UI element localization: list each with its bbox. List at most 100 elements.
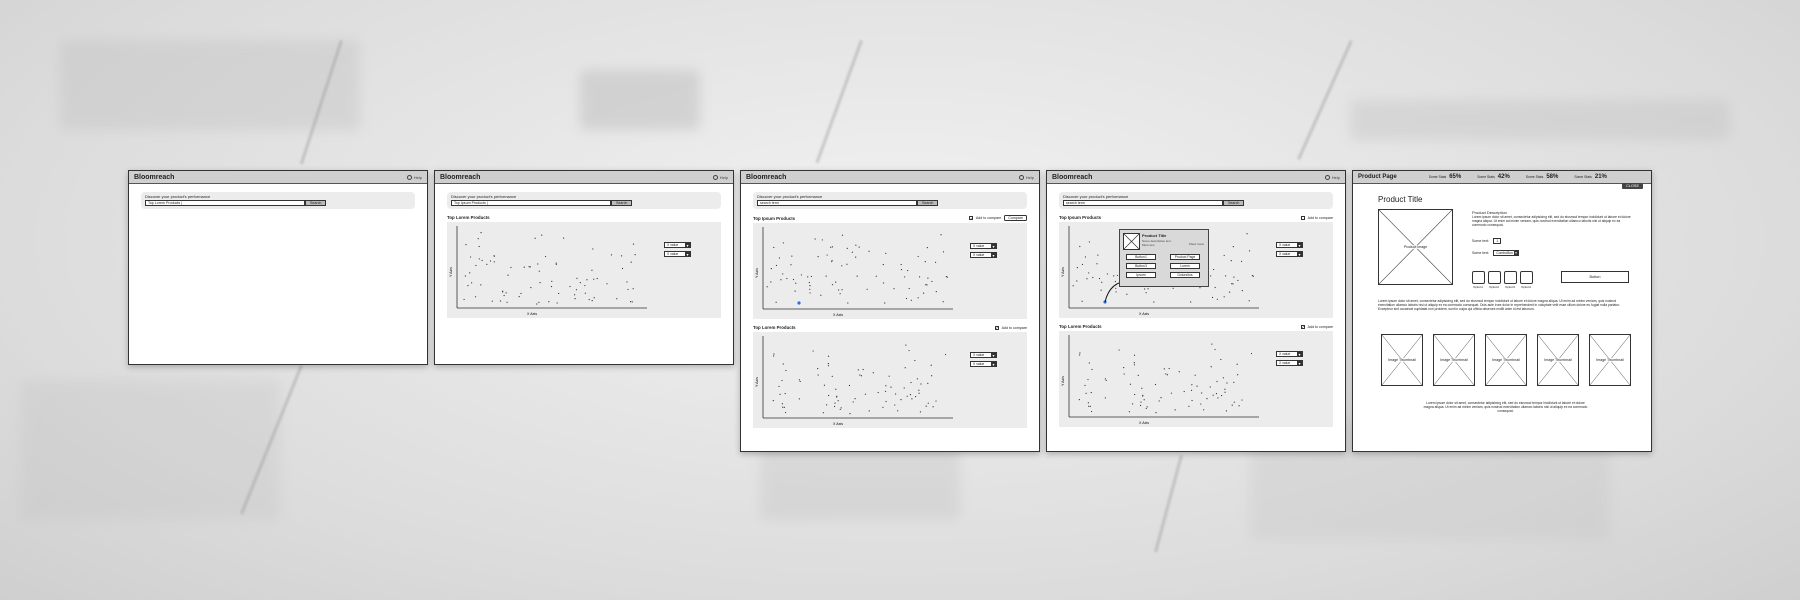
data-point [935,291,937,293]
compare-checkbox[interactable] [994,325,999,330]
image-thumbnail[interactable]: Image Thumbnail [1485,334,1527,386]
data-point [809,285,811,287]
product-image: Product Image [1378,209,1453,285]
data-point [1191,399,1193,402]
data-point [1238,405,1240,407]
popup-button-ipsum[interactable]: Ipsum [1126,272,1156,278]
data-point [556,302,558,304]
data-point [1133,362,1135,364]
x-value-dropdown[interactable]: X value [970,352,997,358]
combo-box[interactable]: ComboBox [1493,250,1519,256]
data-point [537,263,539,265]
compare-checkbox[interactable] [1300,324,1305,329]
data-point [920,383,922,385]
data-point [1248,250,1251,252]
image-thumbnail[interactable]: Image Thumbnail [1537,334,1579,386]
search-input[interactable]: search term [757,200,917,206]
data-point [1230,260,1232,262]
image-thumbnail[interactable]: Image Thumbnail [1589,334,1631,386]
data-point [503,294,505,297]
show-more-link[interactable]: Show more [1189,242,1204,246]
compare-checkbox[interactable] [1300,215,1305,220]
data-point [890,386,892,388]
popup-button-dolorsitus[interactable]: Dolorsitus [1170,272,1200,278]
scatter-chart: Y Axis X Axis [755,336,953,426]
help-link[interactable]: Help [1324,174,1340,180]
x-value-dropdown[interactable]: X value [970,243,997,249]
stat-2: Some Stats 42% [1477,174,1510,180]
option-2[interactable]: Option2 [1488,271,1501,289]
compare-button[interactable]: Compare [1004,215,1027,221]
popup-button-1[interactable]: Button1 [1126,254,1156,260]
data-point [1147,288,1149,290]
close-button[interactable]: CLOSE [1622,183,1643,189]
data-point [900,399,902,401]
search-button[interactable]: Search [1223,200,1245,206]
option-3[interactable]: Option3 [1504,271,1517,289]
data-point [859,374,861,376]
image-thumbnail[interactable]: Image Thumbnail [1381,334,1423,386]
help-link[interactable]: Help [712,174,728,180]
data-point [809,288,811,290]
scatter-chart: Y Axis X Axis [1061,335,1259,425]
data-point [882,406,884,408]
add-to-compare-label: Add to compare [1307,215,1333,220]
y-value-dropdown[interactable]: X value [1276,251,1303,257]
data-point [475,264,477,267]
data-point [888,375,890,377]
data-point [846,247,848,249]
search-input[interactable]: Top Ipsum Products | [451,200,611,206]
y-value-dropdown[interactable]: X value [970,252,997,258]
data-point [778,257,781,259]
search-button[interactable]: Search [611,200,633,206]
data-point [1250,352,1253,355]
data-point [1214,286,1216,289]
x-value-dropdown[interactable]: X value [1276,242,1303,248]
data-point [775,264,778,267]
image-thumbnail[interactable]: Image Thumbnail [1433,334,1475,386]
product-page-button[interactable]: Product Page [1170,254,1200,260]
search-button[interactable]: Search [917,200,939,206]
data-point [1206,398,1208,400]
option-4[interactable]: Option4 [1520,271,1533,289]
data-point [1201,392,1203,394]
add-to-compare-label: Add to compare [975,216,1002,220]
data-point [1168,367,1170,370]
popup-button-3[interactable]: Button3 [1126,263,1156,269]
data-point [894,404,896,406]
help-link[interactable]: Help [406,174,422,180]
data-point [882,282,885,284]
y-value-dropdown[interactable]: X value [970,361,997,367]
data-point [780,279,782,281]
data-point [548,301,550,303]
search-input[interactable]: Top Lorem Products | [145,200,305,206]
popup-button-lorem[interactable]: Lorem [1170,263,1200,269]
data-point [831,259,833,262]
data-point [852,401,854,403]
product-action-button[interactable]: Button [1561,271,1629,283]
data-point [480,232,482,234]
data-point [914,359,916,362]
data-point [817,255,819,258]
y-value-dropdown[interactable]: X value [664,251,691,257]
quantity-stepper[interactable]: 1 [1493,238,1502,244]
compare-checkbox[interactable] [968,216,973,221]
x-axis-label: X Axis [527,312,537,316]
data-point [795,282,797,284]
data-point [510,266,512,269]
y-value-dropdown[interactable]: X value [1276,360,1303,366]
x-value-dropdown[interactable]: X value [664,242,691,248]
data-point [782,363,784,365]
option-1[interactable]: Option1 [1472,271,1485,289]
data-point [1174,409,1176,411]
data-point [1163,368,1165,370]
data-point [1225,410,1228,412]
search-input[interactable]: search term [1063,200,1223,206]
data-point [862,368,864,371]
search-button[interactable]: Search [305,200,327,206]
data-point [1233,401,1235,403]
data-point [841,265,843,267]
help-link[interactable]: Help [1018,174,1034,180]
x-value-dropdown[interactable]: X value [1276,351,1303,357]
data-point [784,392,786,395]
